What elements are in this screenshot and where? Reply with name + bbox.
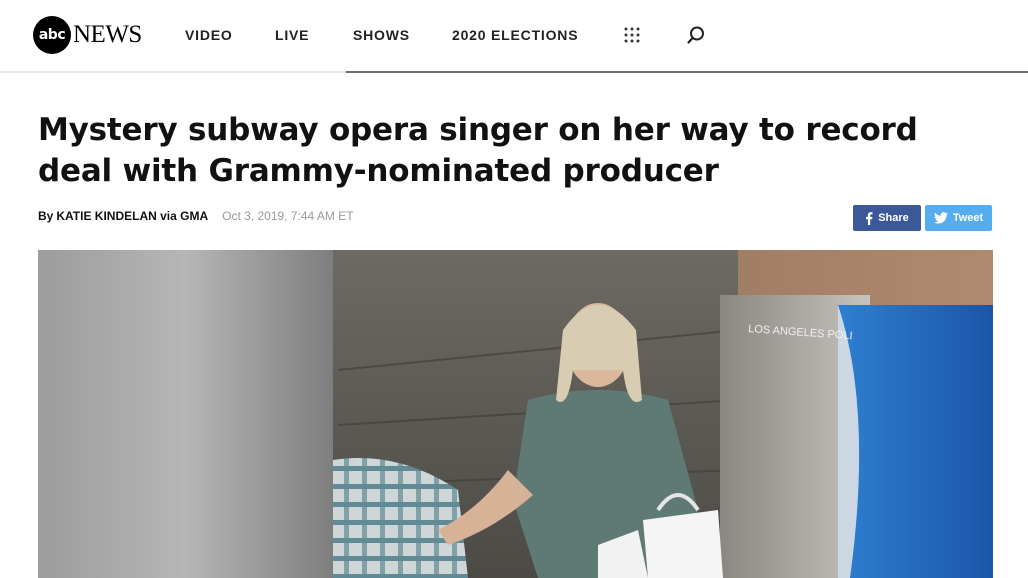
abc-news-logo[interactable]: abc NEWS <box>33 16 142 54</box>
site-header: abc NEWS VIDEO LIVE SHOWS 2020 ELECTIONS <box>0 0 1028 73</box>
nav-shows[interactable]: SHOWS <box>353 27 410 43</box>
byline-prefix: By <box>38 209 54 223</box>
news-wordmark: NEWS <box>73 21 142 48</box>
grid-dots-icon[interactable] <box>624 27 640 43</box>
nav-live[interactable]: LIVE <box>275 27 309 43</box>
nav-2020-elections[interactable]: 2020 ELECTIONS <box>452 27 578 43</box>
nav-video[interactable]: VIDEO <box>185 27 233 43</box>
article-headline: Mystery subway opera singer on her way t… <box>38 112 918 189</box>
facebook-icon <box>865 211 873 225</box>
hero-video-still[interactable]: LOS ANGELES POLI <box>38 250 993 578</box>
search-icon[interactable] <box>686 25 706 45</box>
facebook-share-button[interactable]: Share <box>853 205 921 231</box>
twitter-tweet-button[interactable]: Tweet <box>925 205 992 231</box>
abc-logo-badge: abc <box>33 16 71 54</box>
twitter-tweet-label: Tweet <box>952 212 984 224</box>
facebook-share-label: Share <box>878 212 909 224</box>
byline-author-link[interactable]: KATIE KINDELAN via GMA <box>56 209 208 223</box>
header-divider-dark <box>346 71 1028 73</box>
header-divider-light <box>0 71 346 73</box>
subway-singer-photo: LOS ANGELES POLI <box>38 250 993 578</box>
byline-date: Oct 3, 2019, 7:44 AM ET <box>222 209 354 223</box>
article-byline: By KATIE KINDELAN via GMA Oct 3, 2019, 7… <box>38 209 354 223</box>
twitter-bird-icon <box>933 212 948 224</box>
